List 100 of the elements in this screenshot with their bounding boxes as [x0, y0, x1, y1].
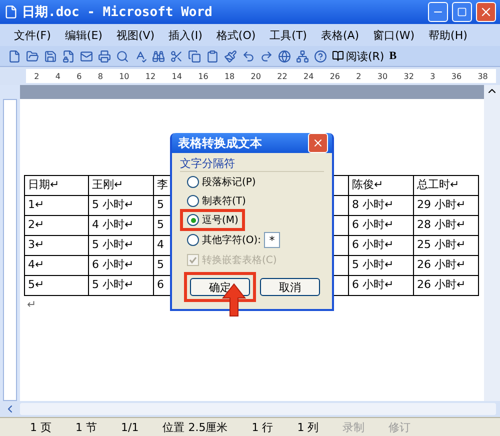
ruler-number: 2 [356, 72, 362, 80]
check-icon [189, 256, 197, 264]
help-icon[interactable] [314, 50, 327, 62]
bold-button[interactable]: B [389, 50, 397, 62]
globe-icon[interactable] [278, 50, 291, 62]
network-icon[interactable] [296, 50, 309, 62]
table-cell: 王刚↵ [89, 176, 154, 196]
copy-icon[interactable] [188, 50, 201, 62]
ruler-number: 6 [76, 72, 82, 80]
close-button[interactable] [476, 2, 496, 22]
menu-item[interactable]: 窗口(W) [373, 28, 415, 42]
option-label: 转换嵌套表格(C) [202, 254, 277, 267]
menu-item[interactable]: 文件(F) [14, 28, 51, 42]
ruler-number: 16 [198, 72, 208, 80]
ruler-number: 26 [330, 72, 340, 80]
radio-button[interactable] [187, 176, 199, 188]
close-icon [479, 5, 493, 19]
table-cell: 28 小时↵ [414, 216, 479, 236]
table-cell: 25 小时↵ [414, 236, 479, 256]
menu-item[interactable]: 工具(T) [270, 28, 307, 42]
ruler-number: 20 [250, 72, 261, 80]
ruler-number: 36 [451, 72, 462, 80]
lock-document-icon[interactable] [62, 50, 75, 62]
menu-item[interactable]: 插入(I) [168, 28, 202, 42]
radio-button[interactable] [187, 234, 199, 246]
close-icon [312, 137, 324, 149]
read-button[interactable]: 阅读(R) [332, 48, 384, 64]
redo-icon[interactable] [260, 50, 273, 62]
ruler-number: 8 [98, 72, 103, 80]
table-cell: 3↵ [25, 236, 89, 256]
status-text: 1 列 [297, 420, 319, 434]
table-cell: 总工时↵ [414, 176, 479, 196]
maximize-button[interactable] [452, 2, 472, 22]
menu-item[interactable]: 表格(A) [320, 28, 360, 42]
ruler-number: 2 [34, 72, 40, 80]
table-cell: 8 小时↵ [349, 196, 414, 216]
ruler-number: 14 [172, 72, 182, 80]
vertical-scrollbar[interactable] [484, 85, 500, 401]
table-cell: 5 小时↵ [89, 196, 154, 216]
window-title: 日期.doc - Microsoft Word [22, 4, 214, 21]
mail-icon[interactable] [80, 50, 93, 62]
table-cell: 6 小时↵ [349, 216, 414, 236]
undo-icon[interactable] [242, 50, 255, 62]
table-cell: 4 小时↵ [89, 216, 154, 236]
close-button[interactable] [308, 133, 328, 153]
paintbrush-icon[interactable] [224, 50, 237, 62]
binoculars-icon[interactable] [152, 50, 165, 62]
menu-item[interactable]: 编辑(E) [64, 28, 102, 42]
new-document-icon[interactable] [8, 50, 21, 62]
table-cell: 5 小时↵ [349, 256, 414, 276]
book-icon [332, 50, 344, 62]
save-icon[interactable] [44, 50, 57, 62]
option-label: 制表符(T) [202, 194, 246, 208]
table-cell: 4↵ [25, 256, 89, 276]
document-icon [4, 5, 18, 19]
ruler-number: 10 [119, 72, 130, 80]
menu-item[interactable]: 视图(V) [116, 28, 155, 42]
group-label: 文字分隔符 [180, 156, 324, 172]
ruler-number: 3 [430, 72, 436, 80]
ruler-number: 18 [224, 72, 235, 80]
input-field[interactable]: * [264, 232, 280, 248]
maximize-icon [457, 7, 467, 17]
status-text: 1 页 [30, 420, 52, 434]
option-label: 段落标记(P) [202, 176, 256, 189]
radio-button[interactable] [187, 195, 199, 207]
ruler-number: 30 [377, 72, 388, 80]
table-cell: 29 小时↵ [414, 196, 479, 216]
status-text: 1/1 [121, 420, 139, 434]
ruler-number: 4 [55, 72, 60, 80]
status-text: 1 节 [76, 420, 97, 434]
paragraph-mark: ↵ [26, 297, 38, 313]
search-icon[interactable] [116, 50, 129, 62]
ruler-number: 24 [303, 72, 314, 80]
printer-icon[interactable] [98, 50, 111, 62]
cancel-button[interactable]: 取消 [260, 278, 320, 296]
table-cell: 日期↵ [25, 176, 89, 196]
table-cell: 26 小时↵ [414, 256, 479, 276]
status-text: 录制 [342, 420, 365, 434]
table-cell: 5 小时↵ [89, 276, 154, 296]
status-text: 1 行 [252, 420, 274, 434]
table-cell: 6 小时↵ [89, 256, 154, 276]
menu-item[interactable]: 格式(O) [216, 28, 256, 42]
ruler-number: 32 [404, 72, 414, 80]
option-label: 逗号(M) [202, 214, 238, 227]
status-text: 位置 2.5厘米 [162, 420, 228, 434]
scissors-icon[interactable] [170, 50, 183, 62]
dialog-title: 表格转换成文本 [178, 134, 263, 152]
folder-icon[interactable] [26, 50, 39, 62]
minimize-button[interactable] [428, 2, 448, 22]
ruler-number: 12 [145, 72, 156, 80]
ruler-number: 22 [277, 72, 288, 80]
table-cell: 6 小时↵ [349, 236, 414, 256]
radio-button[interactable] [187, 214, 199, 226]
table-cell: 26 小时↵ [414, 276, 479, 296]
table-cell: 5↵ [25, 276, 89, 296]
spellcheck-icon[interactable] [134, 50, 147, 62]
horizontal-scrollbar[interactable] [20, 403, 496, 415]
clipboard-icon[interactable] [206, 50, 219, 62]
menu-item[interactable]: 帮助(H) [428, 28, 468, 42]
table-cell: 1↵ [25, 196, 89, 216]
